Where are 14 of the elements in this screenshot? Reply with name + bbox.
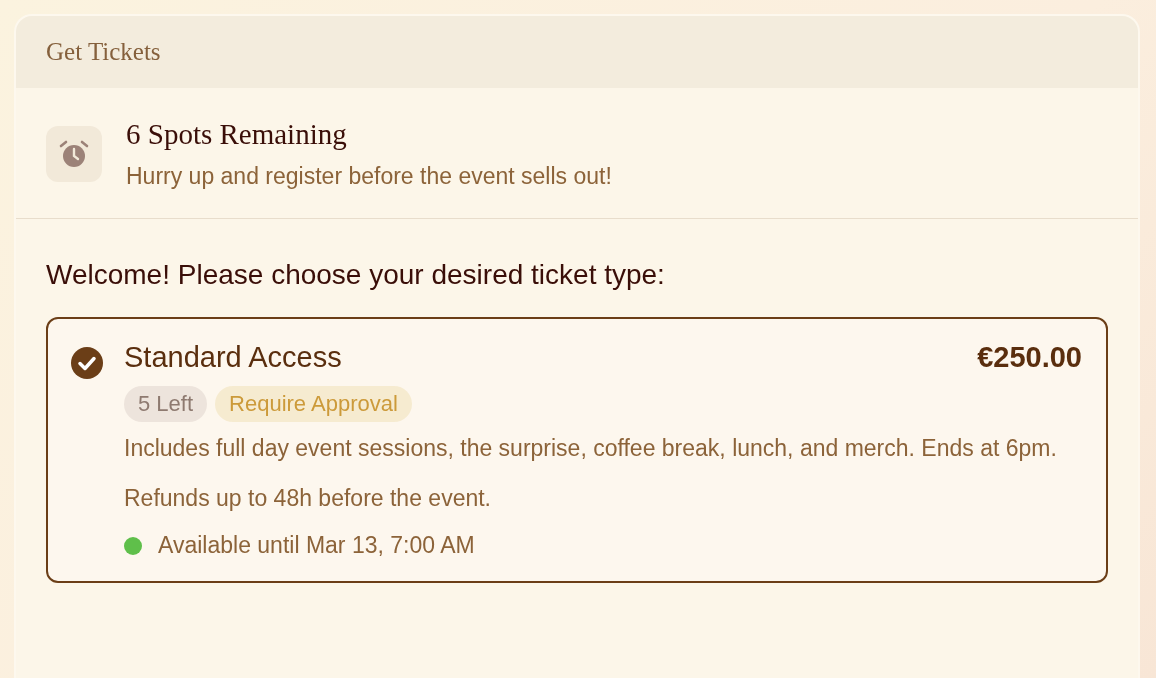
availability-text: Available until Mar 13, 7:00 AM [158, 532, 475, 559]
check-circle-icon [70, 346, 104, 380]
count-badge: 5 Left [124, 386, 208, 422]
approval-badge: Require Approval [215, 386, 412, 422]
ticket-card[interactable] [46, 317, 1108, 583]
ticket-price: €250.00 [977, 341, 1082, 374]
spots-remaining-title: 6 Spots Remaining [126, 118, 348, 151]
ticket-description: Includes full day event sessions, the surprise, coffee break, lunch, and merch. Ends at 6pm. [124, 434, 1058, 463]
ticket-prompt: Welcome! Please choose your desired ticket type: [46, 259, 666, 291]
alarm-clock-icon [46, 126, 102, 182]
urgency-message: Hurry up and register before the event sells out! [126, 163, 612, 190]
panel-title: Get Tickets [46, 38, 161, 66]
ticket-name: Standard Access [124, 341, 342, 374]
refund-policy: Refunds up to 48h before the event. [124, 485, 492, 512]
